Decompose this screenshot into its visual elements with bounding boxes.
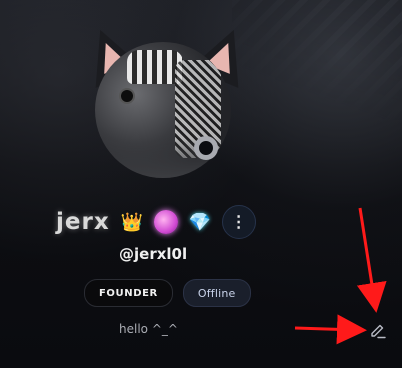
crown-icon[interactable]: 👑 — [120, 210, 144, 234]
avatar-container[interactable] — [76, 18, 258, 178]
founder-badge: FOUNDER — [84, 279, 173, 307]
banner-texture — [232, 0, 402, 120]
bio-text: hello ^_^ — [119, 322, 178, 336]
more-options-button[interactable]: ⋮ — [221, 205, 256, 239]
username-handle: @jerxl0l — [119, 245, 188, 263]
status-badge: Offline — [182, 279, 251, 307]
status-indicator — [194, 136, 218, 160]
more-options-icon: ⋮ — [230, 214, 247, 231]
diamond-icon[interactable]: 💎 — [188, 210, 212, 234]
pencil-icon[interactable] — [369, 322, 387, 340]
avatar-eye — [121, 90, 133, 102]
name-row: jerx 👑 💎 ⋮ — [56, 204, 256, 240]
tag-row: FOUNDER Offline — [84, 279, 251, 307]
pink-gem-icon[interactable] — [153, 210, 178, 234]
display-name: jerx — [56, 209, 110, 235]
